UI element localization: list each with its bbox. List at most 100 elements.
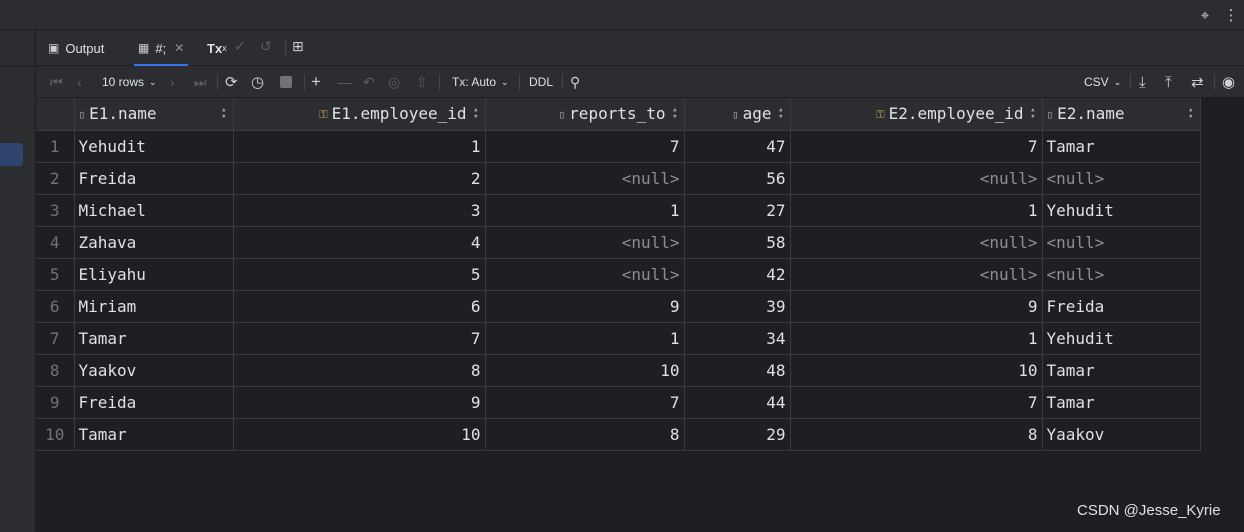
layout-icon[interactable]: ⊞ <box>292 39 304 55</box>
more-vertical-icon[interactable]: ⋮ <box>1222 6 1240 24</box>
pin-icon[interactable]: ⚲ <box>570 66 580 98</box>
sort-icon[interactable]: ▴ ▾ <box>221 106 226 122</box>
table-cell[interactable]: 34 <box>684 322 791 355</box>
compare-icon[interactable]: ⇄ <box>1191 66 1204 98</box>
row-number[interactable]: 10 <box>36 418 75 451</box>
table-cell[interactable]: 48 <box>684 354 791 387</box>
sort-icon[interactable]: ▴ ▾ <box>473 106 478 122</box>
crosshair-icon[interactable]: ⌖ <box>1196 6 1214 24</box>
upload-icon[interactable]: ⤒ <box>1165 66 1172 98</box>
table-cell[interactable]: <null> <box>790 226 1043 259</box>
column-header-reports-to[interactable]: ▯ reports_to ▴ ▾ <box>485 98 685 131</box>
table-cell[interactable]: 6 <box>233 290 486 323</box>
table-cell[interactable]: 3 <box>233 194 486 227</box>
rows-per-page-dropdown[interactable]: 10 rows ⌄ <box>102 66 157 98</box>
table-cell[interactable]: 56 <box>684 162 791 195</box>
table-cell[interactable]: 58 <box>684 226 791 259</box>
table-cell[interactable]: 42 <box>684 258 791 291</box>
row-number[interactable]: 2 <box>36 162 75 195</box>
export-format-dropdown[interactable]: CSV ⌄ <box>1084 66 1121 98</box>
column-header-e2-employee-id[interactable]: ⚿ E2.employee_id ▴ ▾ <box>790 98 1043 131</box>
eye-icon[interactable]: ◉ <box>1222 66 1235 98</box>
table-cell[interactable]: 2 <box>233 162 486 195</box>
table-cell[interactable]: Yehudit <box>1042 322 1201 355</box>
close-icon[interactable]: ✕ <box>174 41 184 55</box>
table-row[interactable]: 10 Tamar 10 8 29 8 Yaakov <box>36 418 1201 451</box>
table-row[interactable]: 4 Zahava 4 <null> 58 <null> <null> <box>36 226 1201 259</box>
download-icon[interactable]: ⤓ <box>1139 66 1146 98</box>
table-cell[interactable]: 5 <box>233 258 486 291</box>
table-cell[interactable]: 47 <box>684 130 791 163</box>
table-cell[interactable]: Yehudit <box>1042 194 1201 227</box>
table-cell[interactable]: Tamar <box>1042 386 1201 419</box>
table-cell[interactable]: <null> <box>485 162 685 195</box>
commit-icon[interactable]: ✓ <box>234 39 246 55</box>
table-row[interactable]: 8 Yaakov 8 10 48 10 Tamar <box>36 354 1201 387</box>
tab-result[interactable]: ▦ #; ✕ <box>133 30 189 66</box>
stop-icon[interactable] <box>280 76 292 88</box>
last-page-icon[interactable]: ⏭ <box>194 66 207 98</box>
table-cell[interactable]: Freida <box>74 162 234 195</box>
table-row[interactable]: 1 Yehudit 1 7 47 7 Tamar <box>36 130 1201 163</box>
refresh-icon[interactable]: ⟳ <box>225 66 238 98</box>
add-row-icon[interactable]: + <box>311 66 321 98</box>
table-cell[interactable]: Yaakov <box>74 354 234 387</box>
table-cell[interactable]: 1 <box>485 322 685 355</box>
table-cell[interactable]: Freida <box>1042 290 1201 323</box>
row-number[interactable]: 8 <box>36 354 75 387</box>
row-number[interactable]: 7 <box>36 322 75 355</box>
row-number[interactable]: 1 <box>36 130 75 163</box>
table-cell[interactable]: Michael <box>74 194 234 227</box>
transaction-mode-button[interactable]: Tx x <box>207 30 227 66</box>
table-cell[interactable]: 27 <box>684 194 791 227</box>
table-cell[interactable]: 10 <box>485 354 685 387</box>
table-cell[interactable]: 10 <box>233 418 486 451</box>
table-cell[interactable]: Yaakov <box>1042 418 1201 451</box>
sort-icon[interactable]: ▴ ▾ <box>672 106 677 122</box>
row-number[interactable]: 6 <box>36 290 75 323</box>
table-cell[interactable]: <null> <box>790 162 1043 195</box>
table-cell[interactable]: 9 <box>790 290 1043 323</box>
table-cell[interactable]: 1 <box>485 194 685 227</box>
row-number[interactable]: 4 <box>36 226 75 259</box>
table-cell[interactable]: 10 <box>790 354 1043 387</box>
table-cell[interactable]: 7 <box>485 130 685 163</box>
table-cell[interactable]: 8 <box>790 418 1043 451</box>
row-number-header[interactable] <box>36 98 75 131</box>
table-cell[interactable]: <null> <box>790 258 1043 291</box>
table-cell[interactable]: <null> <box>1042 258 1201 291</box>
column-header-e1-name[interactable]: ▯ E1.name ▴ ▾ <box>74 98 234 131</box>
table-cell[interactable]: Tamar <box>1042 130 1201 163</box>
table-cell[interactable]: 7 <box>790 130 1043 163</box>
table-cell[interactable]: 1 <box>233 130 486 163</box>
table-cell[interactable]: 39 <box>684 290 791 323</box>
sort-icon[interactable]: ▴ ▾ <box>778 106 783 122</box>
table-cell[interactable]: 29 <box>684 418 791 451</box>
column-header-age[interactable]: ▯ age ▴ ▾ <box>684 98 791 131</box>
table-cell[interactable]: 7 <box>233 322 486 355</box>
table-row[interactable]: 2 Freida 2 <null> 56 <null> <null> <box>36 162 1201 195</box>
column-header-e2-name[interactable]: ▯ E2.name ▴ ▾ <box>1042 98 1201 131</box>
rollback-icon[interactable]: ↺ <box>260 39 272 55</box>
table-cell[interactable]: 9 <box>485 290 685 323</box>
table-cell[interactable]: 1 <box>790 322 1043 355</box>
sort-icon[interactable]: ▴ ▾ <box>1030 106 1035 122</box>
table-cell[interactable]: 44 <box>684 386 791 419</box>
table-cell[interactable]: Miriam <box>74 290 234 323</box>
table-cell[interactable]: 8 <box>485 418 685 451</box>
ddl-button[interactable]: DDL <box>529 66 553 98</box>
tab-output[interactable]: ▣ Output <box>48 30 104 66</box>
table-cell[interactable]: Yehudit <box>74 130 234 163</box>
revert-icon[interactable]: ↶ <box>363 66 375 98</box>
column-header-e1-employee-id[interactable]: ⚿ E1.employee_id ▴ ▾ <box>233 98 486 131</box>
next-page-icon[interactable]: › <box>170 66 175 98</box>
table-cell[interactable]: Eliyahu <box>74 258 234 291</box>
table-cell[interactable]: Tamar <box>1042 354 1201 387</box>
row-number[interactable]: 3 <box>36 194 75 227</box>
table-cell[interactable]: 7 <box>485 386 685 419</box>
table-row[interactable]: 9 Freida 9 7 44 7 Tamar <box>36 386 1201 419</box>
transaction-mode-dropdown[interactable]: Tx: Auto ⌄ <box>452 66 509 98</box>
selected-tool-indicator[interactable] <box>0 143 23 166</box>
history-icon[interactable]: ◷ <box>251 66 264 98</box>
table-row[interactable]: 7 Tamar 7 1 34 1 Yehudit <box>36 322 1201 355</box>
